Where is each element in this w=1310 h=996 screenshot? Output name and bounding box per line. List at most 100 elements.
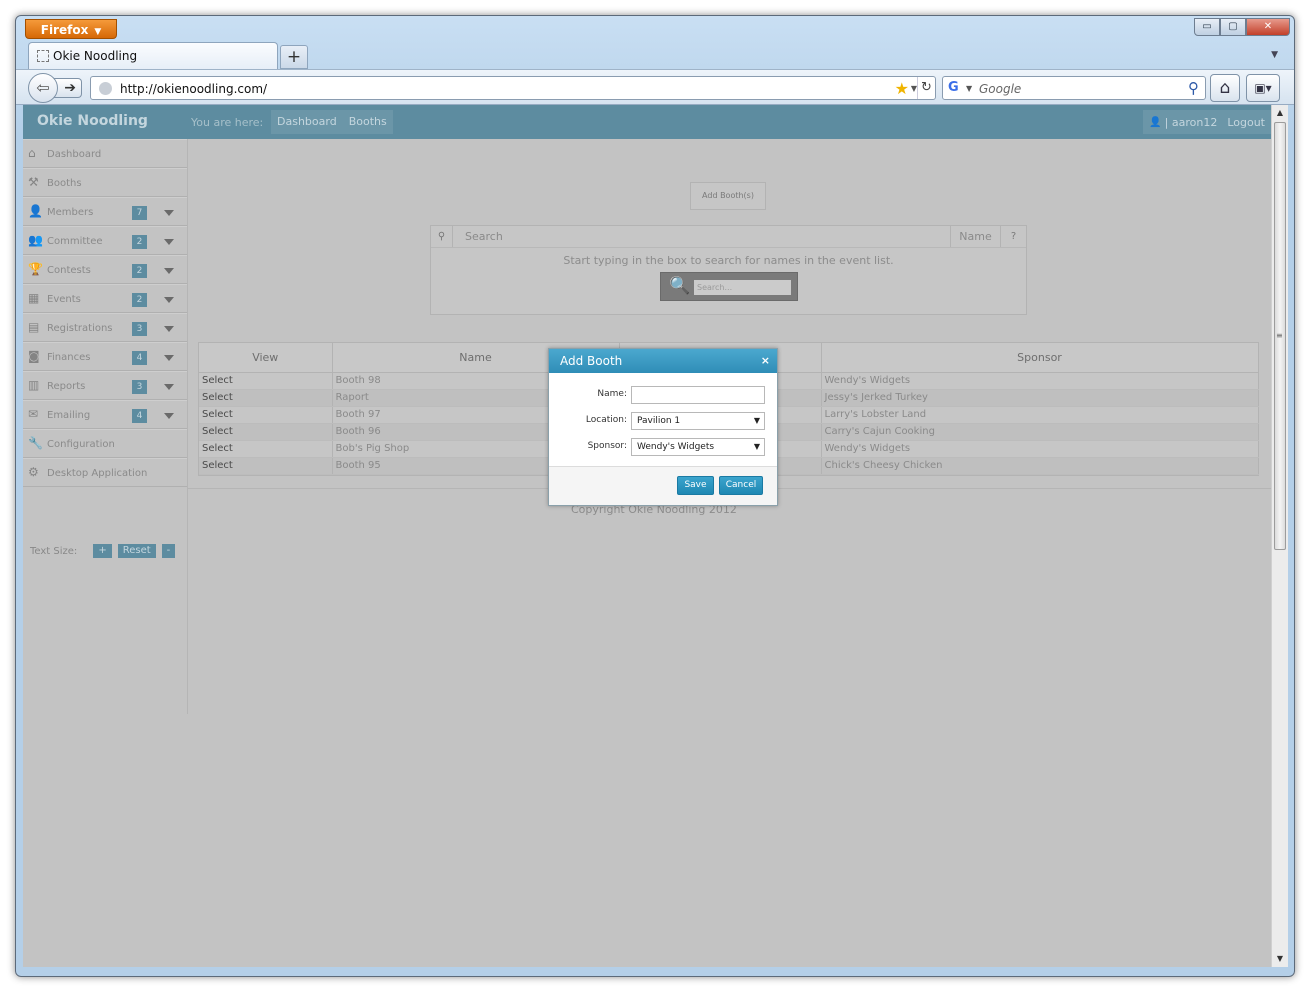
sidebar-item-label: Dashboard	[47, 149, 102, 160]
search-column-select[interactable]: Name	[951, 226, 1001, 247]
count-badge: 4	[132, 409, 147, 423]
google-icon[interactable]: G	[948, 81, 962, 95]
close-window-button[interactable]: ✕	[1246, 18, 1290, 36]
sponsor-row: Sponsor: Wendy's Widgets ▼	[549, 438, 777, 456]
search-placeholder[interactable]: Google	[979, 82, 1021, 96]
home-button[interactable]: ⌂	[1210, 74, 1240, 102]
sidebar-item-label: Contests	[47, 265, 91, 276]
browser-tab[interactable]: Okie Noodling	[28, 42, 278, 70]
breadcrumb-label: You are here:	[191, 116, 264, 129]
caret-down-icon[interactable]	[164, 239, 174, 245]
username[interactable]: | aaron12	[1165, 116, 1218, 129]
tab-list-icon[interactable]: ▼	[1271, 50, 1278, 60]
back-button[interactable]: ⇦	[28, 73, 58, 103]
sidebar-item-booths[interactable]: ⚒ Booths	[23, 168, 187, 197]
caret-down-icon[interactable]	[164, 384, 174, 390]
sidebar-item-registrations[interactable]: ▤ Registrations 3	[23, 313, 187, 342]
sidebar-item-emailing[interactable]: ✉ Emailing 4	[23, 400, 187, 429]
caret-down-icon[interactable]	[164, 326, 174, 332]
bookmark-star-icon[interactable]: ★	[895, 79, 909, 98]
globe-icon	[99, 82, 112, 95]
sidebar-item-desktop-application[interactable]: ⚙ Desktop Application	[23, 458, 187, 487]
sidebar-item-committee[interactable]: 👥 Committee 2	[23, 226, 187, 255]
view-cell[interactable]: Select	[199, 406, 333, 424]
scroll-down-icon[interactable]: ▼	[1272, 951, 1288, 967]
bookmarks-button[interactable]: ▣▾	[1246, 74, 1280, 102]
firefox-menu-button[interactable]: Firefox ▼	[25, 19, 117, 39]
search-input[interactable]: Search	[453, 226, 951, 247]
text-size-reset-button[interactable]: Reset	[117, 544, 156, 558]
sidebar-item-dashboard[interactable]: ⌂ Dashboard	[23, 139, 187, 168]
grip-icon: ≡	[1276, 331, 1283, 340]
view-cell[interactable]: Select	[199, 389, 333, 407]
sidebar-item-reports[interactable]: ▥ Reports 3	[23, 371, 187, 400]
minimize-button[interactable]: ▭	[1194, 18, 1220, 36]
caret-down-icon[interactable]	[164, 210, 174, 216]
dialog-header: Add Booth ×	[549, 349, 777, 373]
new-tab-button[interactable]: +	[280, 45, 308, 69]
caret-down-icon[interactable]	[164, 355, 174, 361]
search-icon[interactable]: ⚲	[1188, 79, 1199, 97]
sidebar-item-events[interactable]: ▦ Events 2	[23, 284, 187, 313]
location-row: Location: Pavilion 1 ▼	[549, 412, 777, 430]
search-bar[interactable]: G ▼ Google ⚲	[942, 76, 1206, 100]
engine-dropdown-icon[interactable]: ▼	[966, 84, 972, 93]
url-text[interactable]: http://okienoodling.com/	[120, 82, 267, 96]
logout-link[interactable]: Logout	[1227, 116, 1265, 129]
count-badge: 2	[132, 235, 147, 249]
quick-search-input[interactable]: Search...	[694, 280, 791, 295]
sponsor-select[interactable]: Wendy's Widgets ▼	[631, 438, 765, 456]
scroll-up-icon[interactable]: ▲	[1272, 105, 1288, 121]
cancel-button[interactable]: Cancel	[719, 476, 763, 495]
view-cell[interactable]: Select	[199, 440, 333, 458]
search-icon: ⚲	[431, 226, 453, 247]
text-size-increase-button[interactable]: +	[93, 544, 112, 558]
caret-down-icon[interactable]	[164, 268, 174, 274]
sidebar-item-label: Events	[47, 294, 81, 305]
address-bar[interactable]: http://okienoodling.com/ ★ ▼ ↻	[90, 76, 936, 100]
sidebar-item-finances[interactable]: ◙ Finances 4	[23, 342, 187, 371]
cogs-icon: ⚙	[28, 465, 39, 479]
booth-icon: ⚒	[28, 175, 39, 189]
sidebar-item-members[interactable]: 👤 Members 7	[23, 197, 187, 226]
add-booths-button[interactable]: Add Booth(s)	[690, 182, 766, 210]
view-cell[interactable]: Select	[199, 423, 333, 441]
sponsor-label: Sponsor:	[587, 441, 627, 451]
chevron-down-icon: ▼	[753, 416, 760, 425]
breadcrumb-booths[interactable]: Booths	[343, 110, 393, 134]
column-header-view[interactable]: View	[199, 343, 333, 373]
breadcrumb-dashboard[interactable]: Dashboard	[271, 110, 343, 134]
location-value: Pavilion 1	[637, 416, 681, 426]
page-viewport: Okie Noodling You are here: Dashboard Bo…	[23, 105, 1279, 967]
sidebar-item-label: Configuration	[47, 439, 115, 450]
sidebar-item-contests[interactable]: 🏆 Contests 2	[23, 255, 187, 284]
count-badge: 4	[132, 351, 147, 365]
text-size-decrease-button[interactable]: -	[161, 544, 176, 558]
vertical-scrollbar[interactable]: ▲ ≡ ▼	[1271, 105, 1288, 967]
view-cell[interactable]: Select	[199, 372, 333, 390]
name-field[interactable]	[631, 386, 765, 404]
help-button[interactable]: ?	[1001, 226, 1026, 247]
magnifier-icon: 🔍	[669, 276, 691, 296]
forward-button[interactable]: ➔	[54, 78, 82, 98]
sidebar-item-label: Committee	[47, 236, 103, 247]
home-icon: ⌂	[28, 146, 36, 160]
page-icon	[37, 50, 49, 62]
navigation-toolbar: ➔ ⇦ http://okienoodling.com/ ★ ▼ ↻ G ▼ G…	[16, 69, 1294, 105]
sponsor-cell: Wendy's Widgets	[821, 440, 1259, 458]
reload-icon[interactable]: ↻	[917, 77, 935, 99]
close-icon[interactable]: ×	[761, 349, 770, 373]
view-cell[interactable]: Select	[199, 457, 333, 475]
sidebar-item-label: Desktop Application	[47, 468, 148, 479]
save-button[interactable]: Save	[677, 476, 714, 495]
column-header-sponsor[interactable]: Sponsor	[821, 343, 1259, 373]
sponsor-cell: Jessy's Jerked Turkey	[821, 389, 1259, 407]
brand-logo[interactable]: Okie Noodling	[37, 113, 148, 129]
location-select[interactable]: Pavilion 1 ▼	[631, 412, 765, 430]
tab-title: Okie Noodling	[53, 49, 138, 63]
caret-down-icon[interactable]	[164, 413, 174, 419]
sidebar-item-configuration[interactable]: 🔧 Configuration	[23, 429, 187, 458]
quick-search-box: 🔍 Search...	[660, 272, 798, 301]
caret-down-icon[interactable]	[164, 297, 174, 303]
restore-button[interactable]: ▢	[1220, 18, 1246, 36]
